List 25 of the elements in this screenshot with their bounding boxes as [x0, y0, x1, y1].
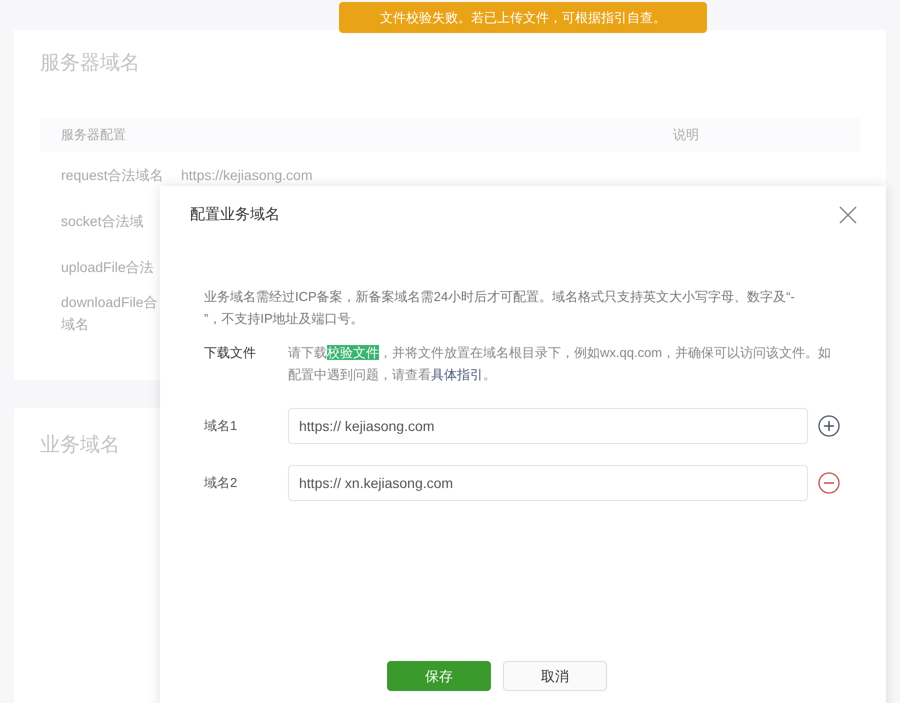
domain-input[interactable]: https:// xn.kejiasong.com [288, 465, 808, 501]
row-label: 域名 [61, 315, 90, 334]
field-label: 下载文件 [204, 344, 257, 362]
row-label: uploadFile合法 [61, 258, 155, 277]
notice-text: 业务域名需经过ICP备案，新备案域名需24小时后才可配置。域名格式只支持英文大小写字母、数字及“- ”，不支持IP地址及端口号。 [204, 288, 796, 328]
column-header: 服务器配置 [61, 126, 127, 144]
row-label: downloadFile合 [61, 293, 158, 312]
section-title: 服务器域名 [40, 51, 141, 76]
field-label: 域名2 [204, 474, 238, 492]
save-button[interactable]: 保存 [387, 661, 491, 691]
row-label: request合法域名 [61, 166, 165, 185]
remove-icon[interactable] [818, 472, 840, 494]
dialog-title: 配置业务域名 [190, 204, 280, 225]
close-icon[interactable] [838, 205, 858, 225]
download-instructions: 请下载校验文件，并将文件放置在域名根目录下，例如wx.qq.com，并确保可以访问该文件。如配置中遇到问题，请查看具体指引。 [288, 344, 832, 384]
field-label: 域名1 [204, 417, 238, 436]
row-value: https://kejiasong.com [181, 166, 313, 185]
error-toast: 文件校验失败。若已上传文件，可根据指引自查。 [339, 2, 707, 33]
cancel-button[interactable]: 取消 [503, 661, 607, 691]
add-icon[interactable] [818, 415, 840, 437]
guide-link[interactable]: 具体指引 [431, 367, 483, 382]
row-label: socket合法域 [61, 212, 144, 231]
domain-input[interactable]: https:// kejiasong.com [288, 408, 808, 444]
column-header: 说明 [673, 126, 699, 144]
section-title: 业务域名 [40, 433, 121, 458]
